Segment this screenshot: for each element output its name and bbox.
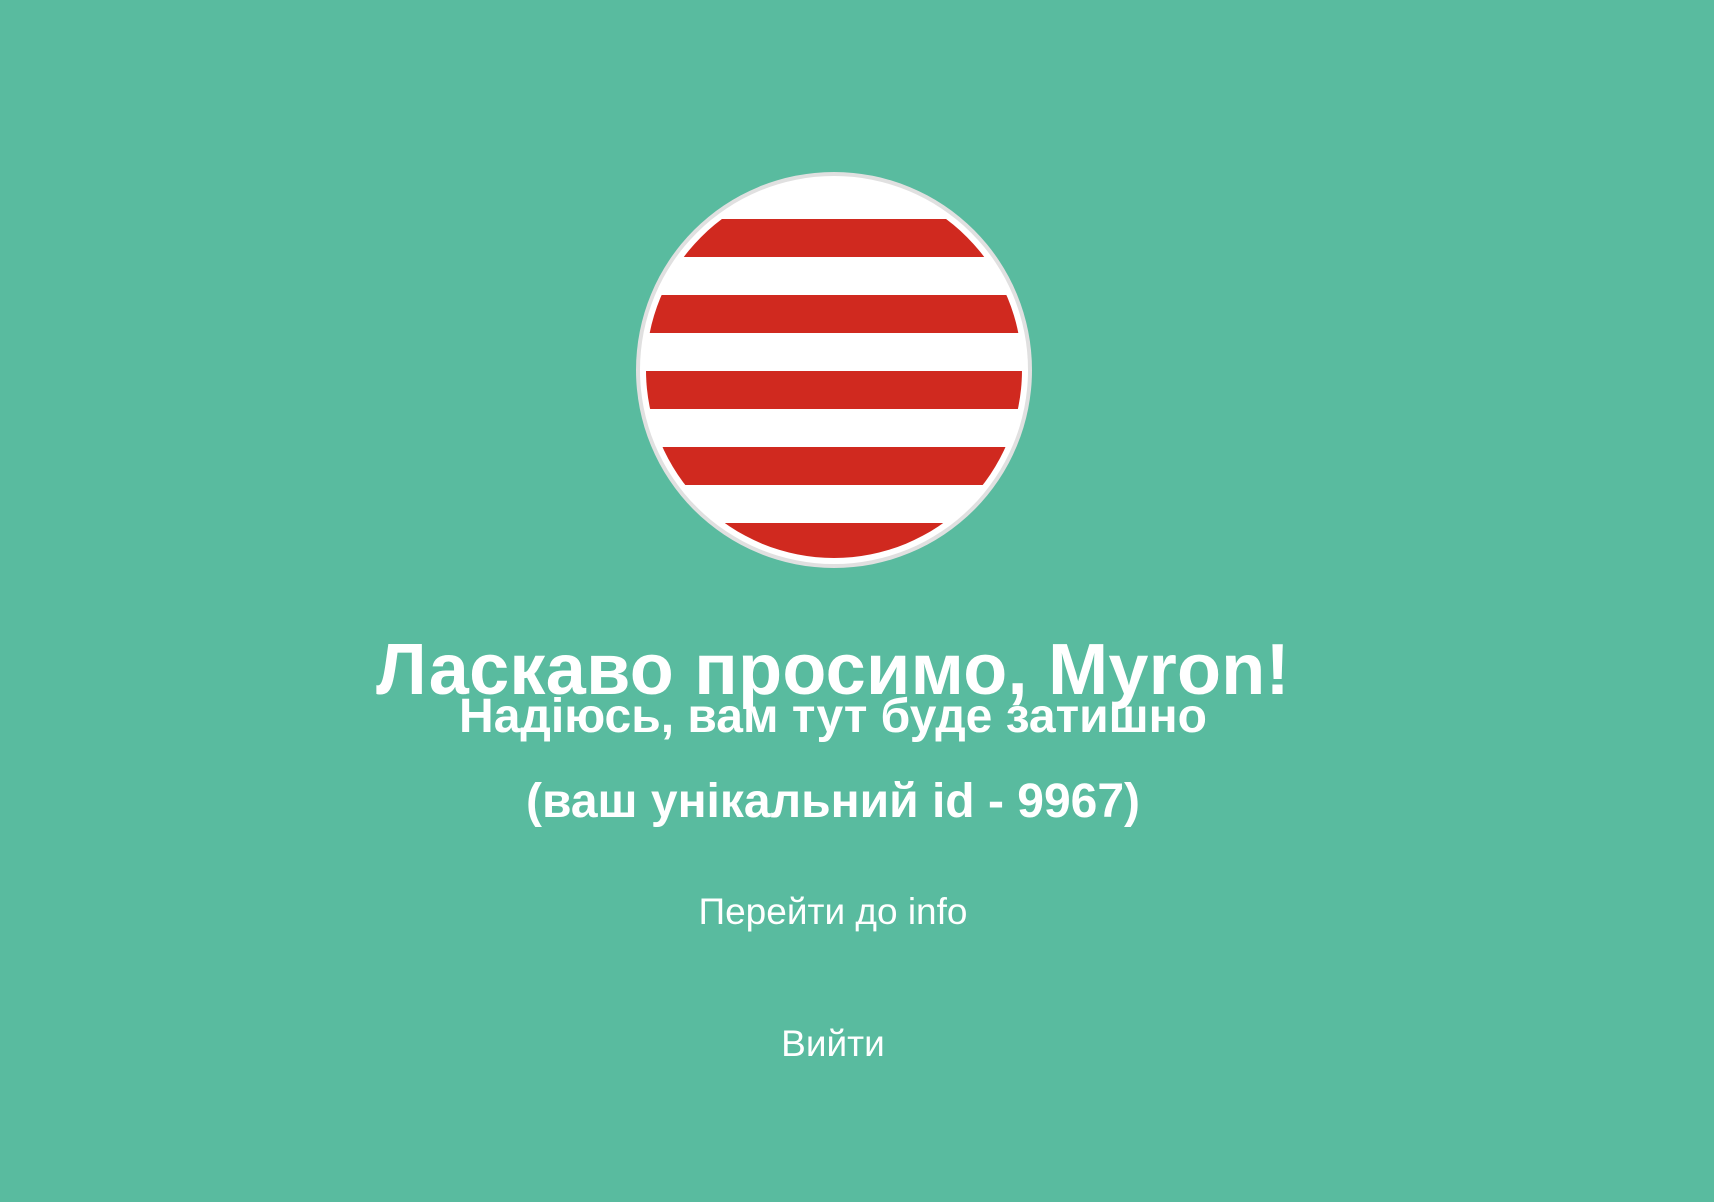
- welcome-subtitle: Надіюсь, вам тут буде затишно: [459, 690, 1207, 743]
- welcome-page: Ласкаво просимо, Myron! Надіюсь, вам тут…: [0, 0, 1714, 1202]
- unique-id-text: (ваш унікальний id - 9967): [525, 775, 1141, 828]
- go-to-info-link[interactable]: Перейти до info: [0, 889, 1666, 935]
- avatar: [634, 170, 1034, 570]
- striped-avatar-icon: [636, 172, 1032, 568]
- logout-link[interactable]: Вийти: [0, 1021, 1666, 1067]
